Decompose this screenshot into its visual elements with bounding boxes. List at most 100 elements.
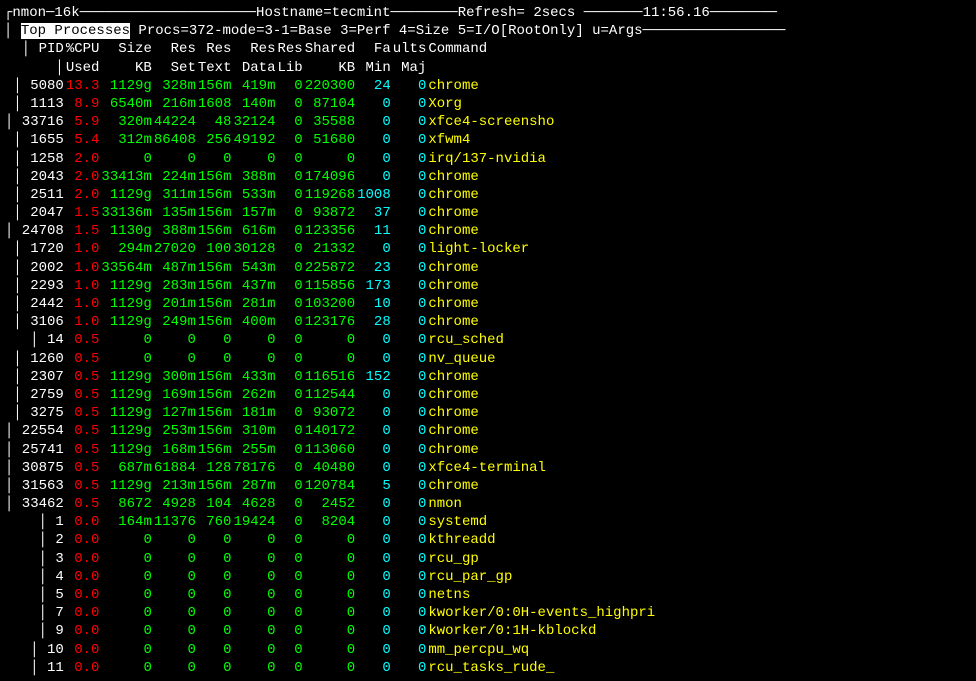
cpu-cell: 0.5 <box>65 459 101 477</box>
command-cell: chrome <box>427 441 656 459</box>
faults-maj-cell: 0 <box>392 259 428 277</box>
faults-maj-cell: 0 <box>392 422 428 440</box>
res-text-cell: 760 <box>197 513 233 531</box>
faults-min-cell: 0 <box>356 150 392 168</box>
res-lib-cell: 0 <box>276 568 303 586</box>
process-row: │ 1 0.0 164m 11376 760 19424 0 8204 0 0 … <box>4 513 656 531</box>
res-lib-cell: 0 <box>276 131 303 149</box>
cpu-cell: 0.5 <box>65 495 101 513</box>
size-cell: 0 <box>100 604 152 622</box>
faults-maj-cell: 0 <box>392 222 428 240</box>
size-cell: 0 <box>100 568 152 586</box>
pid-cell: │ 2293 <box>4 277 65 295</box>
res-data-cell: 262m <box>232 386 276 404</box>
size-cell: 1129g <box>100 313 152 331</box>
cpu-cell: 1.0 <box>65 277 101 295</box>
pid-cell: │ 33716 <box>4 113 65 131</box>
res-data-cell: 49192 <box>232 131 276 149</box>
process-row: │ 1258 2.0 0 0 0 0 0 0 0 0 irq/137-nvidi… <box>4 150 656 168</box>
process-row: │ 33462 0.5 8672 4928 104 4628 0 2452 0 … <box>4 495 656 513</box>
faults-min-cell: 10 <box>356 295 392 313</box>
faults-min-cell: 5 <box>356 477 392 495</box>
faults-maj-cell: 0 <box>392 95 428 113</box>
col-subheader: Text <box>197 59 233 77</box>
pid-cell: │ 2511 <box>4 186 65 204</box>
procs-label: Procs= <box>130 23 189 39</box>
size-cell: 1130g <box>100 222 152 240</box>
pid-cell: │ 2002 <box>4 259 65 277</box>
res-text-cell: 100 <box>197 240 233 258</box>
res-data-cell: 4628 <box>232 495 276 513</box>
shared-cell: 140172 <box>304 422 356 440</box>
col-subheader: Set <box>153 59 197 77</box>
res-lib-cell: 0 <box>276 77 303 95</box>
faults-min-cell: 23 <box>356 259 392 277</box>
res-lib-cell: 0 <box>276 604 303 622</box>
col-header: %CPU <box>65 40 101 58</box>
res-text-cell: 0 <box>197 604 233 622</box>
res-data-cell: 0 <box>232 604 276 622</box>
col-header: Size <box>100 40 152 58</box>
command-cell: rcu_tasks_rude_ <box>427 659 656 677</box>
shared-cell: 0 <box>304 622 356 640</box>
faults-maj-cell: 0 <box>392 113 428 131</box>
cpu-cell: 1.0 <box>65 240 101 258</box>
res-lib-cell: 0 <box>276 168 303 186</box>
col-header: Fa <box>356 40 392 58</box>
col-subheader: KB <box>100 59 152 77</box>
pid-cell: │ 10 <box>4 641 65 659</box>
process-row: │ 31563 0.5 1129g 213m 156m 287m 0 12078… <box>4 477 656 495</box>
shared-cell: 0 <box>304 641 356 659</box>
faults-min-cell: 0 <box>356 531 392 549</box>
shared-cell: 115856 <box>304 277 356 295</box>
faults-maj-cell: 0 <box>392 240 428 258</box>
cpu-cell: 0.0 <box>65 550 101 568</box>
command-cell: kworker/0:0H-events_highpri <box>427 604 656 622</box>
res-lib-cell: 0 <box>276 659 303 677</box>
pid-cell: │ 4 <box>4 568 65 586</box>
res-lib-cell: 0 <box>276 550 303 568</box>
faults-min-cell: 24 <box>356 77 392 95</box>
res-set-cell: 0 <box>153 586 197 604</box>
res-data-cell: 310m <box>232 422 276 440</box>
pid-cell: │ 2442 <box>4 295 65 313</box>
col-subheader: Lib <box>276 59 303 77</box>
process-row: │ 7 0.0 0 0 0 0 0 0 0 0 kworker/0:0H-eve… <box>4 604 656 622</box>
size-cell: 0 <box>100 350 152 368</box>
hostname-value: tecmint <box>332 5 391 21</box>
res-lib-cell: 0 <box>276 386 303 404</box>
command-cell: irq/137-nvidia <box>427 150 656 168</box>
shared-cell: 93072 <box>304 404 356 422</box>
size-cell: 164m <box>100 513 152 531</box>
faults-maj-cell: 0 <box>392 404 428 422</box>
process-row: │ 10 0.0 0 0 0 0 0 0 0 0 mm_percpu_wq <box>4 641 656 659</box>
cpu-cell: 0.5 <box>65 477 101 495</box>
shared-cell: 40480 <box>304 459 356 477</box>
res-text-cell: 1608 <box>197 95 233 113</box>
col-header: Res <box>153 40 197 58</box>
res-lib-cell: 0 <box>276 240 303 258</box>
pid-cell: │ 2043 <box>4 168 65 186</box>
res-text-cell: 156m <box>197 168 233 186</box>
size-cell: 294m <box>100 240 152 258</box>
process-row: │ 1655 5.4 312m 86408 256 49192 0 51680 … <box>4 131 656 149</box>
cpu-cell: 5.9 <box>65 113 101 131</box>
process-row: │ 5 0.0 0 0 0 0 0 0 0 0 netns <box>4 586 656 604</box>
res-lib-cell: 0 <box>276 277 303 295</box>
command-cell: chrome <box>427 386 656 404</box>
shared-cell: 35588 <box>304 113 356 131</box>
command-cell: chrome <box>427 422 656 440</box>
size-cell: 312m <box>100 131 152 149</box>
process-row: │ 9 0.0 0 0 0 0 0 0 0 0 kworker/0:1H-kbl… <box>4 622 656 640</box>
size-cell: 1129g <box>100 186 152 204</box>
faults-min-cell: 0 <box>356 404 392 422</box>
faults-maj-cell: 0 <box>392 641 428 659</box>
res-lib-cell: 0 <box>276 622 303 640</box>
cpu-cell: 0.0 <box>65 641 101 659</box>
shared-cell: 0 <box>304 150 356 168</box>
col-subheader: Data <box>232 59 276 77</box>
res-set-cell: 27020 <box>153 240 197 258</box>
process-row: │ 11 0.0 0 0 0 0 0 0 0 0 rcu_tasks_rude_ <box>4 659 656 677</box>
res-data-cell: 0 <box>232 550 276 568</box>
faults-maj-cell: 0 <box>392 495 428 513</box>
